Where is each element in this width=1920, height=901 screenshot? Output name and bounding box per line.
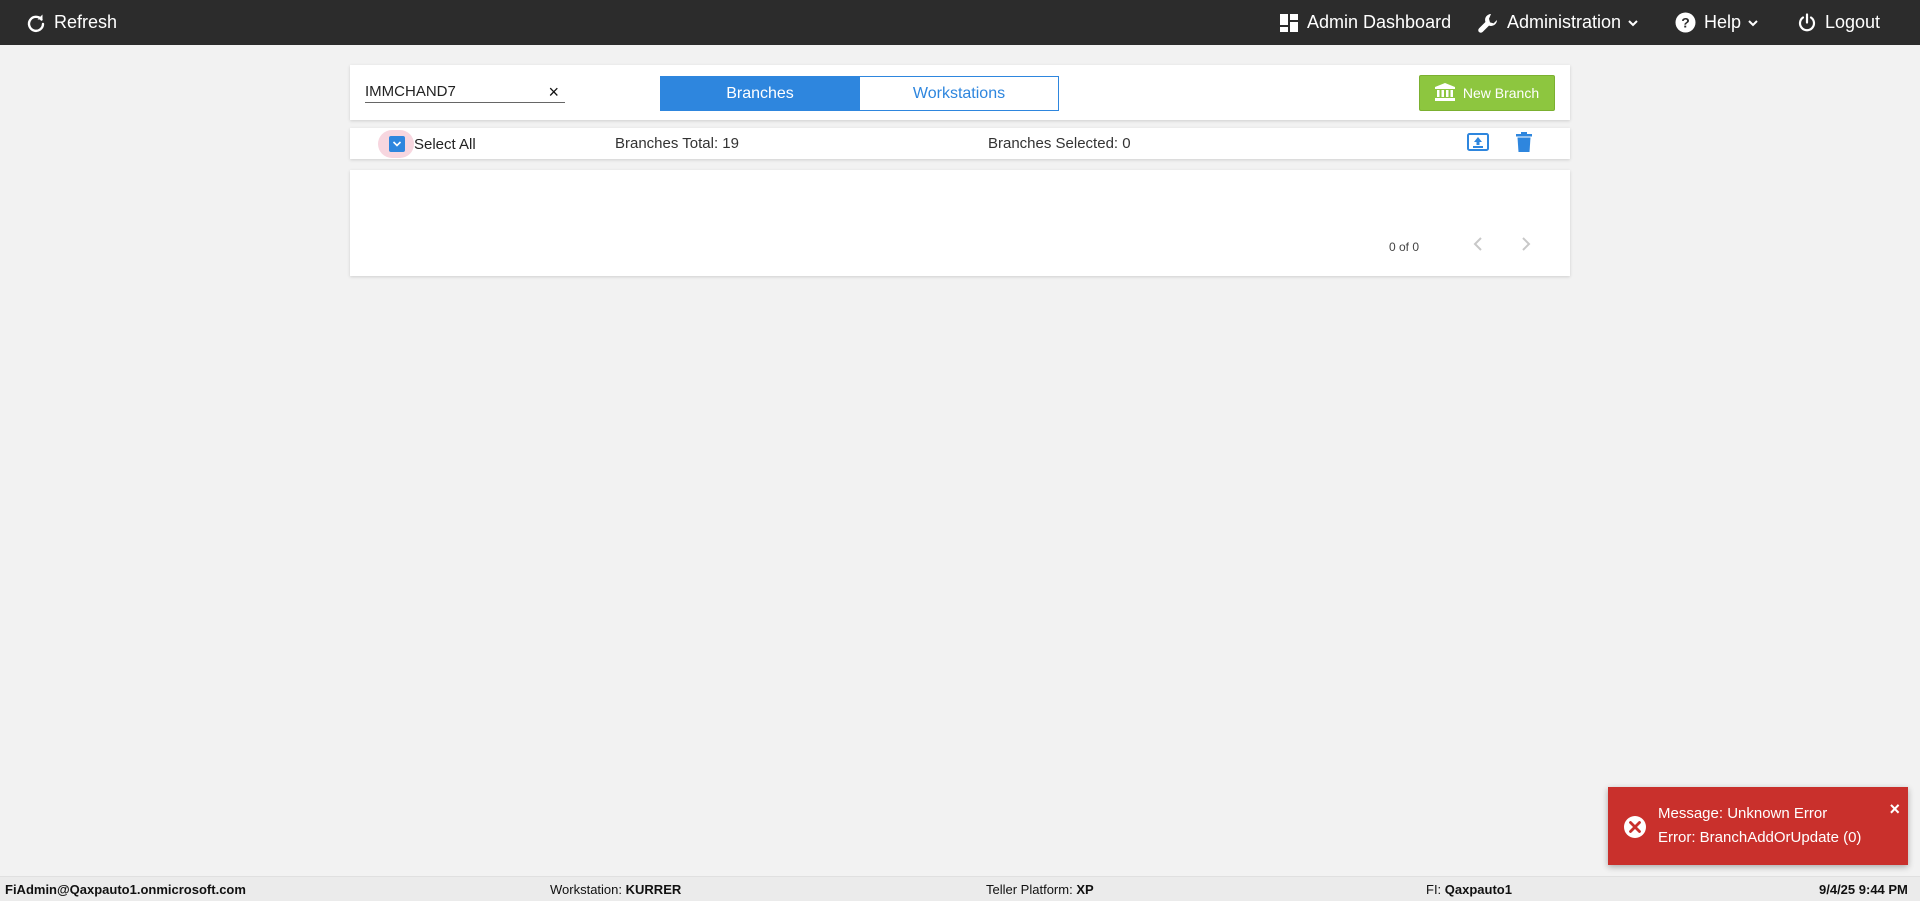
chevron-left-icon [1473,236,1483,257]
tab-workstations[interactable]: Workstations [859,76,1059,111]
dashboard-grid-icon [1279,13,1299,33]
help-menu[interactable]: ? Help [1675,0,1759,45]
select-all-label[interactable]: Select All [414,136,476,153]
check-icon [392,141,402,147]
footer-fi-value: Qaxpauto1 [1444,882,1512,897]
admin-dashboard-link[interactable]: Admin Dashboard [1279,0,1451,45]
error-circle-x-icon [1623,815,1647,839]
footer-workstation-value: KURRER [625,882,682,897]
administration-label: Administration [1507,12,1622,32]
new-branch-button[interactable]: New Branch [1419,75,1555,111]
toast-close-icon[interactable]: × [1889,800,1900,818]
chevron-right-icon [1521,236,1531,257]
search-input[interactable] [365,81,535,101]
new-branch-label: New Branch [1462,85,1540,101]
clear-search-icon[interactable]: × [548,83,559,101]
branches-selected-text: Branches Selected: 0 [988,135,1131,152]
power-icon [1797,12,1817,33]
svg-text:?: ? [1681,15,1690,31]
footer-fi: FI: Qaxpauto1 [1426,882,1512,897]
results-panel: 0 of 0 [350,170,1570,276]
upload-button[interactable] [1467,132,1489,156]
footer-fi-label: FI: [1426,882,1442,897]
search-toolbar-card: × Branches Workstations New Branch [350,65,1570,120]
previous-page-button[interactable] [1468,234,1488,258]
pagination-text: 0 of 0 [1389,240,1420,254]
chevron-down-icon [1747,17,1759,29]
logout-button[interactable]: Logout [1797,0,1880,45]
footer-datetime: 9/4/25 9:44 PM [1819,882,1908,897]
trash-icon [1516,131,1532,157]
footer-workstation-label: Workstation: [550,882,623,897]
question-circle-icon: ? [1675,12,1696,33]
logout-label: Logout [1825,12,1881,32]
tab-branches[interactable]: Branches [660,76,860,111]
footer-teller-platform: Teller Platform: XP [986,882,1094,897]
status-bar: FiAdmin@Qaxpauto1.onmicrosoft.com Workst… [0,876,1920,901]
toast-error-line: Error: BranchAddOrUpdate (0) [1658,829,1862,846]
admin-dashboard-label: Admin Dashboard [1307,12,1452,32]
selection-bar: Select All Branches Total: 19 Branches S… [350,128,1570,159]
administration-menu[interactable]: Administration [1477,0,1639,45]
error-toast: Message: Unknown Error Error: BranchAddO… [1608,787,1908,865]
chevron-down-icon [1627,17,1639,29]
refresh-button[interactable]: Refresh [26,0,117,45]
select-all-checkbox[interactable] [389,136,405,152]
footer-workstation: Workstation: KURRER [550,882,681,897]
top-navigation-bar: Refresh Admin Dashboard Administration ?… [0,0,1920,45]
toast-message-line: Message: Unknown Error [1658,805,1828,822]
help-label: Help [1704,12,1742,32]
wrench-icon [1477,12,1499,34]
refresh-icon [26,13,46,33]
refresh-label: Refresh [54,12,118,32]
search-field-wrapper: × [365,81,565,103]
footer-user: FiAdmin@Qaxpauto1.onmicrosoft.com [5,882,246,897]
bank-icon [1434,82,1455,104]
branches-total-text: Branches Total: 19 [615,135,739,152]
upload-icon [1467,132,1489,156]
delete-button[interactable] [1513,131,1535,157]
footer-teller-platform-value: XP [1076,882,1094,897]
footer-teller-platform-label: Teller Platform: [986,882,1073,897]
next-page-button[interactable] [1516,234,1536,258]
